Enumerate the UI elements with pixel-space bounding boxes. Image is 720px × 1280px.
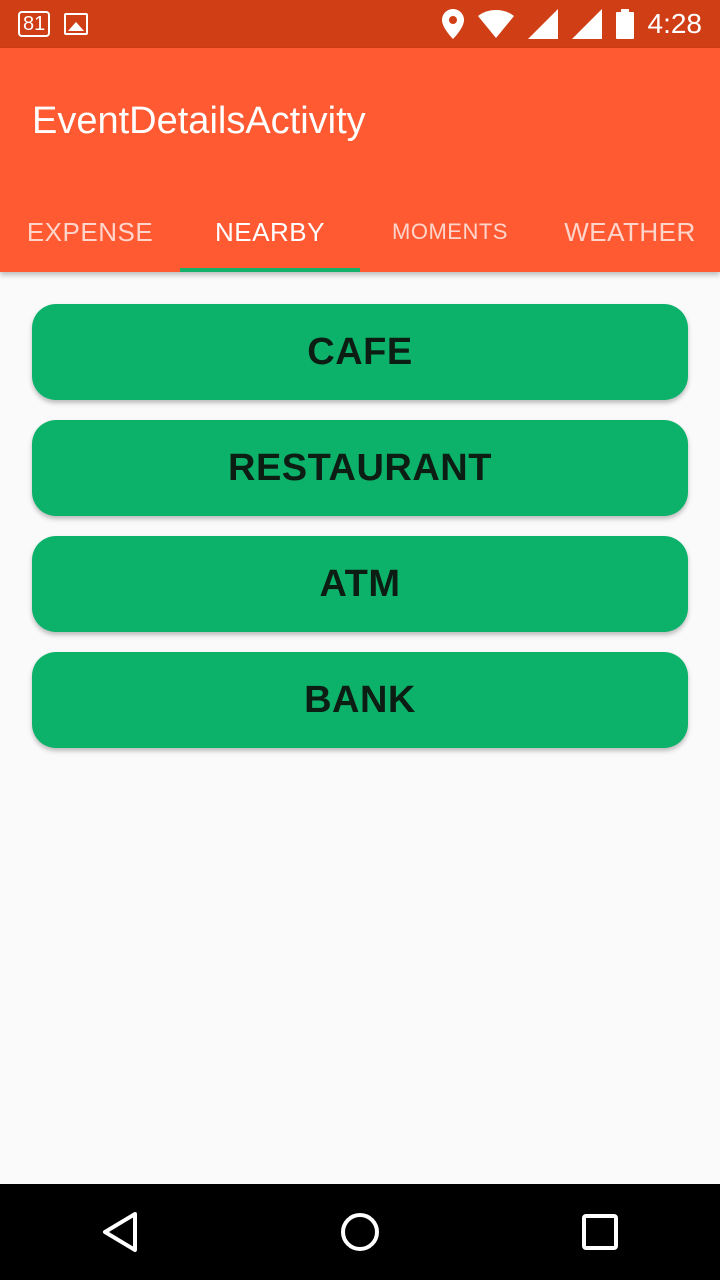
- battery-icon: [615, 9, 634, 39]
- page-title: EventDetailsActivity: [32, 100, 366, 142]
- nearby-list: CAFE RESTAURANT ATM BANK: [32, 304, 688, 768]
- tab-moments[interactable]: MOMENTS: [360, 192, 540, 272]
- image-icon: [64, 13, 89, 35]
- recents-icon[interactable]: [560, 1192, 640, 1272]
- clock: 4:28: [647, 8, 703, 39]
- restaurant-button[interactable]: RESTAURANT: [32, 420, 688, 516]
- notification-badge-icon: 81: [18, 11, 51, 37]
- tab-weather[interactable]: WEATHER: [540, 192, 720, 272]
- wifi-icon: [477, 10, 514, 38]
- navigation-bar: [0, 1184, 720, 1280]
- tab-expense[interactable]: EXPENSE: [0, 192, 180, 272]
- signal-icon: [527, 9, 558, 39]
- cafe-button[interactable]: CAFE: [32, 304, 688, 400]
- signal-icon-2: [571, 9, 602, 39]
- home-icon[interactable]: [320, 1192, 400, 1272]
- tab-bar: EXPENSE NEARBY MOMENTS WEATHER: [0, 192, 720, 272]
- location-icon: [441, 9, 464, 39]
- bank-button[interactable]: BANK: [32, 652, 688, 748]
- status-bar: 81 4:28: [0, 0, 720, 48]
- app-bar: EventDetailsActivity EXPENSE NEARBY MOME…: [0, 48, 720, 272]
- tab-nearby[interactable]: NEARBY: [180, 192, 360, 272]
- atm-button[interactable]: ATM: [32, 536, 688, 632]
- notification-count: 81: [23, 13, 46, 35]
- back-icon[interactable]: [80, 1192, 160, 1272]
